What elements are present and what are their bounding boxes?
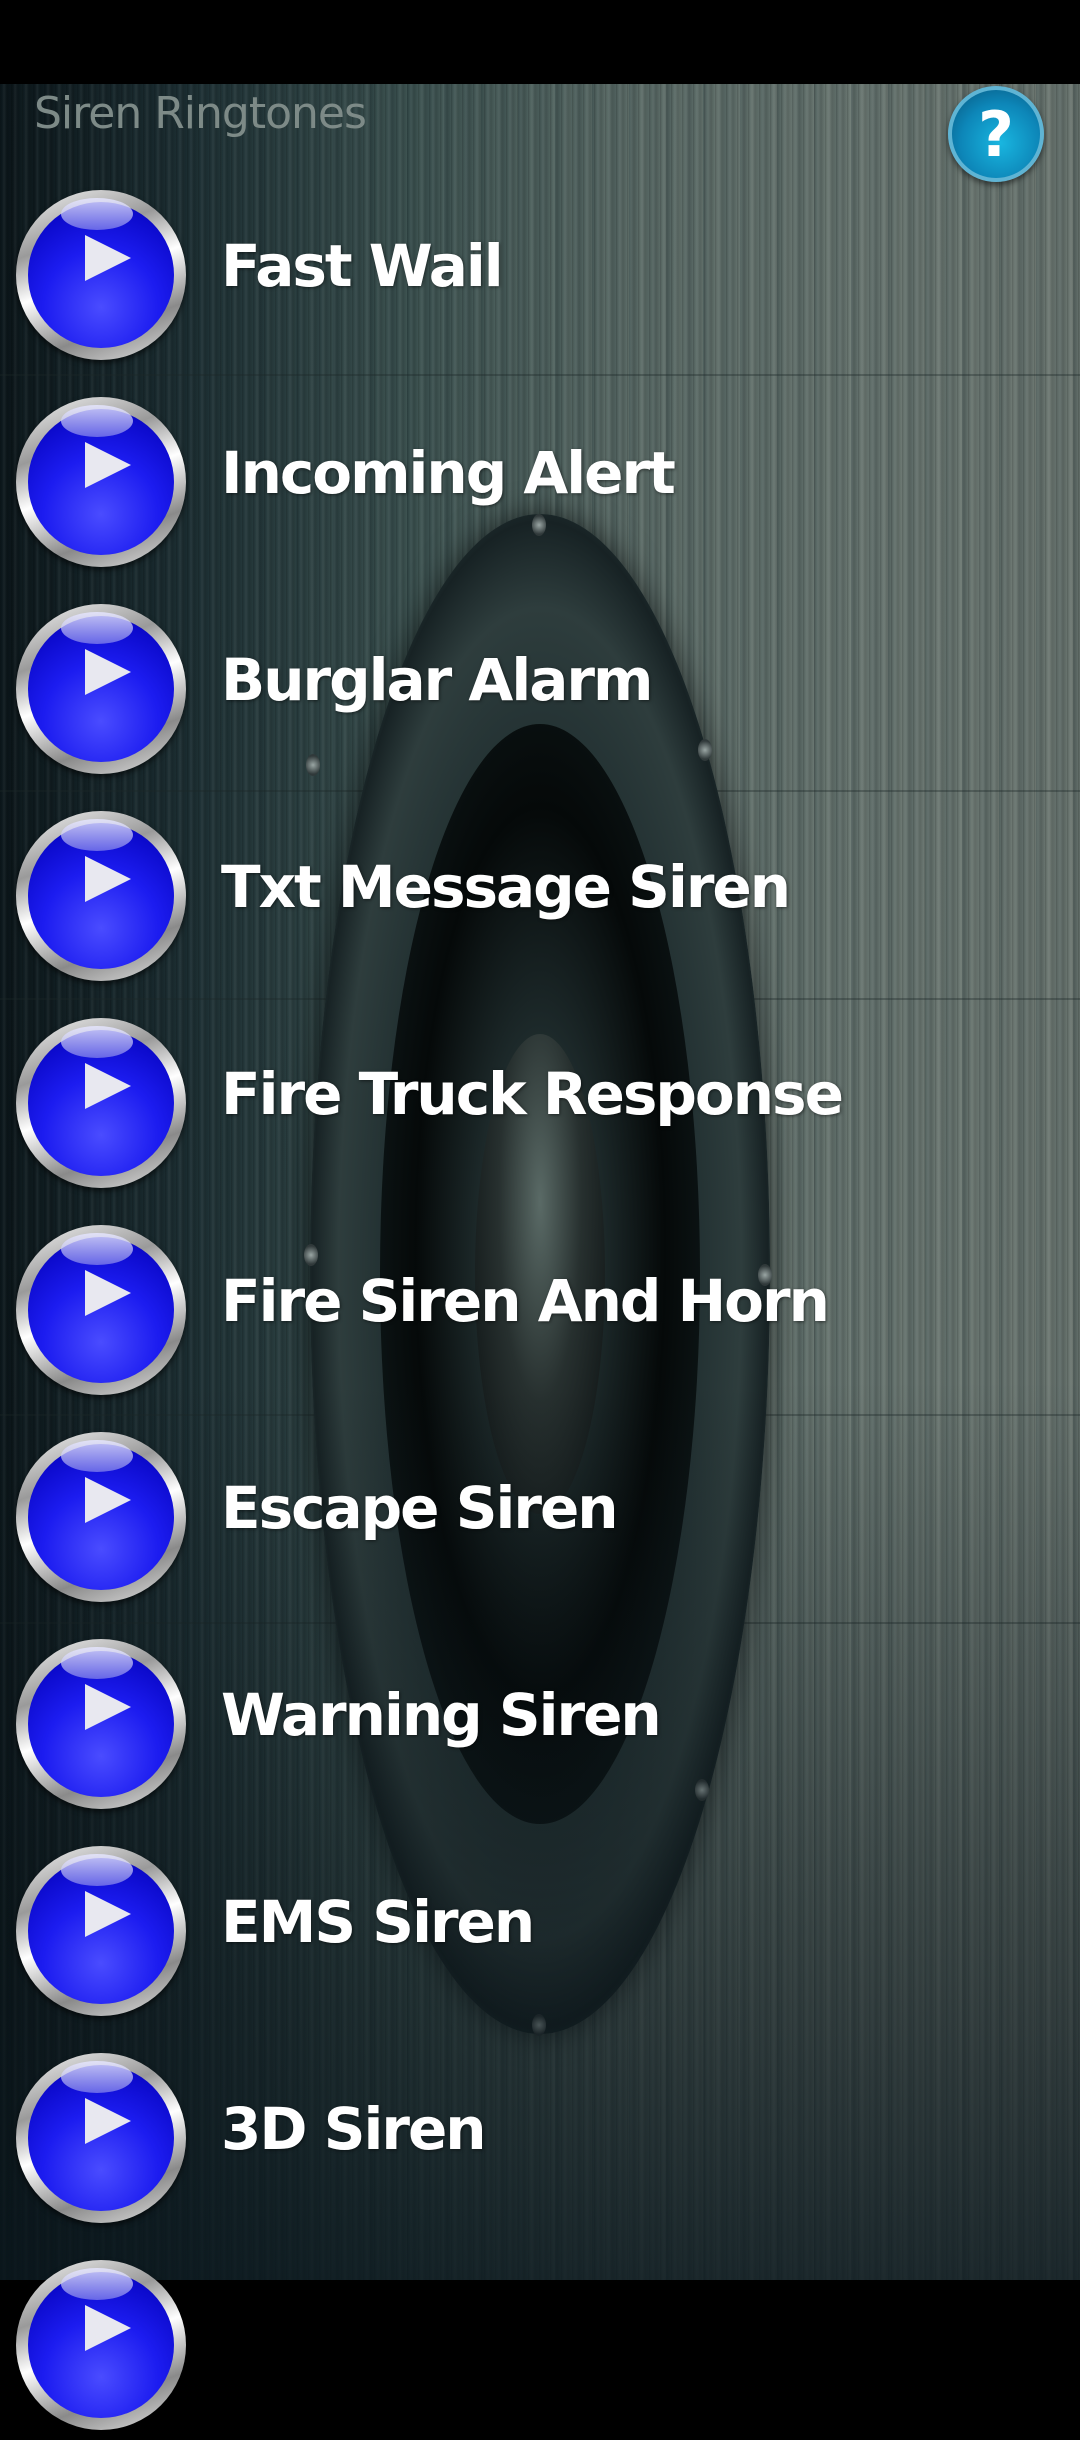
play-icon: [85, 1477, 131, 1523]
ringtone-label[interactable]: Fire Siren And Horn: [221, 1267, 830, 1335]
ringtone-label[interactable]: Escape Siren: [221, 1474, 619, 1542]
ringtone-item[interactable]: 3D Siren: [0, 2053, 1080, 2233]
play-icon: [85, 2098, 131, 2144]
ringtone-item[interactable]: [0, 2260, 1080, 2440]
ringtone-label[interactable]: Warning Siren: [221, 1681, 662, 1749]
play-button[interactable]: [16, 1018, 186, 1188]
ringtone-label[interactable]: EMS Siren: [221, 1888, 535, 1956]
ringtone-label[interactable]: 3D Siren: [221, 2095, 487, 2163]
play-icon: [85, 649, 131, 695]
ringtone-label[interactable]: Incoming Alert: [221, 439, 676, 507]
ringtone-item[interactable]: Incoming Alert: [0, 397, 1080, 577]
ringtone-item[interactable]: EMS Siren: [0, 1846, 1080, 2026]
ringtone-item[interactable]: Fire Siren And Horn: [0, 1225, 1080, 1405]
play-icon: [85, 856, 131, 902]
play-button[interactable]: [16, 1846, 186, 2016]
ringtone-label[interactable]: Burglar Alarm: [221, 646, 653, 714]
ringtone-item[interactable]: Burglar Alarm: [0, 604, 1080, 784]
play-icon: [85, 442, 131, 488]
play-icon: [85, 235, 131, 281]
play-icon: [85, 1891, 131, 1937]
ringtone-label[interactable]: Txt Message Siren: [221, 853, 791, 921]
ringtone-item[interactable]: Warning Siren: [0, 1639, 1080, 1819]
question-mark-icon: ?: [978, 97, 1014, 171]
play-icon: [85, 1270, 131, 1316]
ringtone-item[interactable]: Fast Wail: [0, 190, 1080, 370]
play-button[interactable]: [16, 811, 186, 981]
status-bar: [0, 0, 1080, 84]
app-title: Siren Ringtones: [34, 88, 367, 139]
help-button[interactable]: ?: [948, 86, 1044, 182]
play-button[interactable]: [16, 1639, 186, 1809]
play-button[interactable]: [16, 397, 186, 567]
ringtone-label[interactable]: Fast Wail: [221, 232, 504, 300]
play-button[interactable]: [16, 190, 186, 360]
play-button[interactable]: [16, 1225, 186, 1395]
play-button[interactable]: [16, 2053, 186, 2223]
play-icon: [85, 2305, 131, 2351]
play-icon: [85, 1063, 131, 1109]
ringtone-item[interactable]: Escape Siren: [0, 1432, 1080, 1612]
ringtone-item[interactable]: Txt Message Siren: [0, 811, 1080, 991]
ringtone-label[interactable]: Fire Truck Response: [221, 1060, 844, 1128]
ringtone-item[interactable]: Fire Truck Response: [0, 1018, 1080, 1198]
play-icon: [85, 1684, 131, 1730]
play-button[interactable]: [16, 1432, 186, 1602]
play-button[interactable]: [16, 604, 186, 774]
play-button[interactable]: [16, 2260, 186, 2430]
